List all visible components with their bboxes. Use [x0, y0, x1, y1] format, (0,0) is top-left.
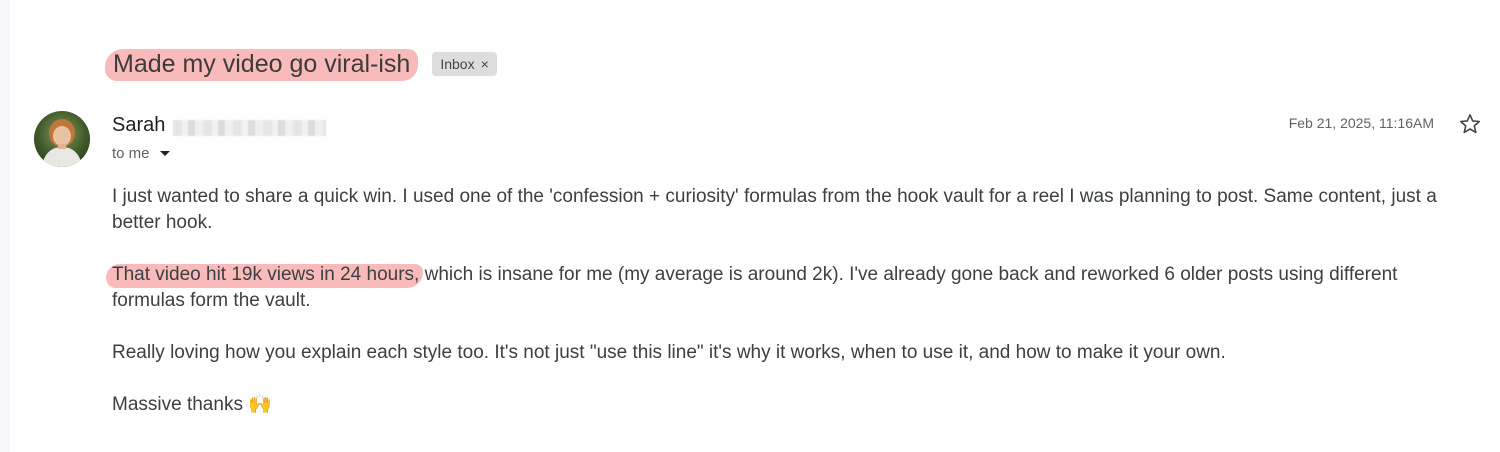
recipient-label: to me	[112, 145, 150, 162]
sender-name[interactable]: Sarah	[112, 114, 165, 137]
chevron-down-icon[interactable]	[159, 151, 170, 156]
highlighted-text: That video hit 19k views in 24 hours,	[106, 262, 424, 288]
body-paragraph-4: Massive thanks 🙌	[112, 394, 272, 415]
body-paragraph-2: That video hit 19k views in 24 hours, wh…	[106, 262, 1442, 314]
email-subject: Made my video go viral-ish	[105, 46, 419, 82]
label-chip-text: Inbox	[440, 56, 475, 72]
left-rail	[0, 0, 10, 452]
sender-email-redacted	[173, 119, 327, 136]
label-chip-inbox[interactable]: Inbox ×	[432, 52, 497, 76]
avatar-photo	[34, 111, 90, 167]
body-paragraph-3: Really loving how you explain each style…	[112, 342, 1226, 363]
recipient-row: to me	[112, 145, 170, 162]
sender-row: Sarah	[112, 114, 327, 137]
star-icon[interactable]	[1458, 112, 1482, 136]
body-paragraph-1: I just wanted to share a quick win. I us…	[112, 186, 1437, 233]
email-date: Feb 21, 2025, 11:16AM	[1288, 115, 1434, 131]
label-chip-close-icon[interactable]: ×	[481, 56, 489, 72]
subject-row: Made my video go viral-ish Inbox ×	[105, 44, 497, 84]
email-body: I just wanted to share a quick win. I us…	[106, 184, 1442, 444]
subject-text: Made my video go viral-ish	[113, 50, 411, 78]
avatar[interactable]	[34, 111, 90, 167]
